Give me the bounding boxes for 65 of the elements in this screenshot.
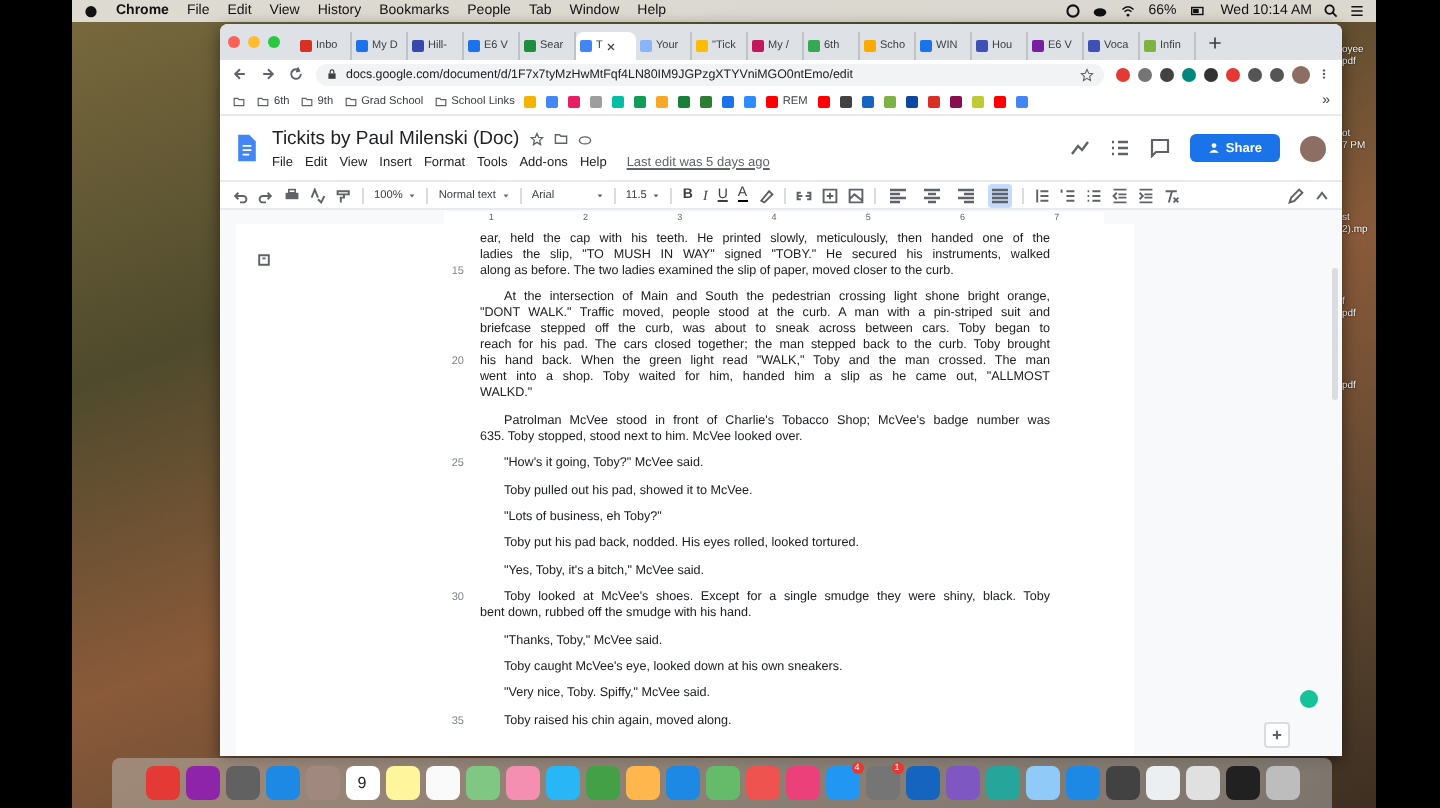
bookmark-favicon-icon[interactable] bbox=[905, 95, 918, 107]
outline-icon[interactable] bbox=[1109, 138, 1130, 158]
dock-app-icon[interactable] bbox=[1185, 766, 1219, 800]
bookmark-favicon-icon[interactable] bbox=[839, 95, 852, 107]
add-comment-icon[interactable] bbox=[821, 187, 838, 203]
redo-icon[interactable] bbox=[258, 187, 274, 203]
spellcheck-icon[interactable] bbox=[310, 187, 326, 203]
print-icon[interactable] bbox=[284, 187, 300, 203]
profile-avatar[interactable] bbox=[1292, 65, 1310, 83]
bookmark-favicon-icon[interactable] bbox=[927, 95, 940, 107]
increase-indent-icon[interactable] bbox=[1137, 187, 1154, 203]
align-button[interactable] bbox=[919, 183, 944, 207]
align-button[interactable] bbox=[953, 183, 978, 207]
bookmark-favicon-icon[interactable] bbox=[568, 95, 581, 107]
bookmark-favicon-icon[interactable] bbox=[722, 95, 735, 107]
highlighter-icon[interactable] bbox=[757, 187, 774, 203]
back-icon[interactable] bbox=[232, 66, 248, 82]
profile-avatar[interactable] bbox=[1300, 135, 1326, 161]
new-tab-icon[interactable] bbox=[1208, 35, 1222, 49]
folder-icon[interactable] bbox=[553, 131, 568, 145]
align-button[interactable] bbox=[885, 183, 910, 207]
dock-app-icon[interactable] bbox=[1225, 766, 1259, 800]
folder-icon bbox=[299, 95, 314, 107]
plus-icon bbox=[1270, 728, 1284, 742]
folder-icon bbox=[433, 95, 448, 107]
bookmark-favicon-icon[interactable] bbox=[861, 95, 874, 107]
paint-format-icon[interactable] bbox=[336, 187, 352, 203]
person-icon bbox=[1207, 142, 1220, 154]
numbered-list-icon[interactable] bbox=[1059, 187, 1076, 203]
star-icon[interactable] bbox=[1080, 67, 1094, 81]
pencil-icon[interactable] bbox=[1288, 187, 1304, 203]
add-comment-button[interactable] bbox=[1264, 722, 1290, 748]
reload-icon[interactable] bbox=[288, 66, 304, 82]
dock-app-icon[interactable] bbox=[1145, 766, 1179, 800]
bulleted-list-icon[interactable] bbox=[1085, 187, 1102, 203]
comment-icon[interactable] bbox=[1149, 138, 1170, 158]
folder-icon bbox=[343, 95, 358, 107]
dock-app-icon[interactable] bbox=[425, 766, 459, 800]
more-icon[interactable] bbox=[1318, 66, 1330, 82]
undo-icon[interactable] bbox=[232, 187, 248, 203]
collapse-icon[interactable] bbox=[1314, 187, 1330, 203]
wifi-icon[interactable] bbox=[1120, 4, 1137, 18]
docs-logo-icon[interactable] bbox=[236, 134, 258, 162]
bookmark-favicon-icon[interactable] bbox=[949, 95, 962, 107]
star-icon[interactable] bbox=[529, 131, 544, 145]
close-icon[interactable] bbox=[606, 41, 617, 51]
dock-app-icon[interactable] bbox=[385, 766, 419, 800]
bookmark-favicon-icon[interactable] bbox=[700, 95, 713, 107]
decrease-indent-icon[interactable] bbox=[1111, 187, 1128, 203]
bookmark-favicon-icon[interactable] bbox=[678, 95, 691, 107]
search-icon[interactable] bbox=[1324, 4, 1338, 18]
bookmark-folder-icon[interactable] bbox=[232, 95, 246, 107]
image-icon[interactable] bbox=[847, 187, 864, 203]
battery-icon[interactable] bbox=[1188, 4, 1209, 18]
forward-icon[interactable] bbox=[260, 66, 276, 82]
trend-icon[interactable] bbox=[1069, 138, 1090, 158]
lock-icon bbox=[326, 68, 338, 80]
folder-icon bbox=[256, 95, 270, 107]
line-spacing-icon[interactable] bbox=[1033, 187, 1050, 203]
dock-app-icon[interactable]: 9 bbox=[345, 766, 379, 800]
status-icon[interactable] bbox=[1066, 4, 1081, 18]
clear-formatting-icon[interactable] bbox=[1163, 187, 1180, 203]
document-title[interactable]: Tickits by Paul Milenski (Doc) bbox=[272, 127, 520, 149]
list-icon[interactable] bbox=[1350, 4, 1364, 18]
align-button[interactable] bbox=[987, 183, 1012, 207]
